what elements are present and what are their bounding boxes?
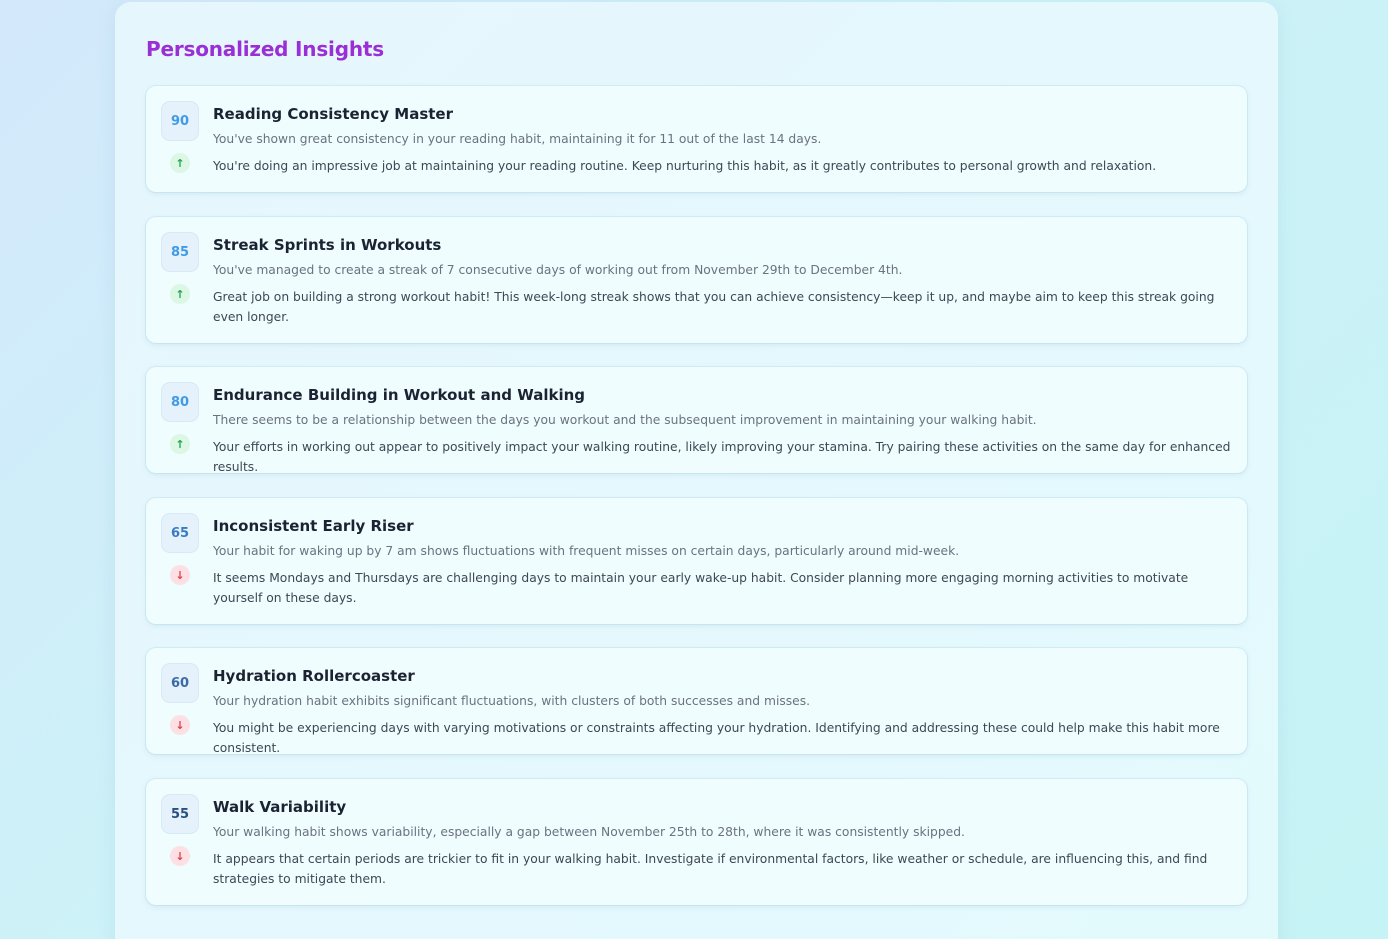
insight-observation: You've shown great consistency in your r… <box>213 132 822 146</box>
trend-up-icon: ↑ <box>170 153 190 173</box>
score-badge: 65 <box>162 514 198 552</box>
insight-recommendation: Your efforts in working out appear to po… <box>213 440 1231 474</box>
insight-card: 65 ↓ Inconsistent Early Riser Your habit… <box>146 498 1247 624</box>
trend-down-icon: ↓ <box>170 846 190 866</box>
score-badge: 80 <box>162 383 198 421</box>
panel-title: Personalized Insights <box>146 37 384 61</box>
trend-up-icon: ↑ <box>170 284 190 304</box>
insight-content: Reading Consistency Master You've shown … <box>213 100 1233 176</box>
insight-observation: Your habit for waking up by 7 am shows f… <box>213 544 960 558</box>
insight-content: Endurance Building in Workout and Walkin… <box>213 381 1233 477</box>
insight-title: Reading Consistency Master <box>213 105 453 123</box>
score-badge: 60 <box>162 664 198 702</box>
score-badge: 55 <box>162 795 198 833</box>
insight-title: Inconsistent Early Riser <box>213 517 414 535</box>
insight-recommendation: Great job on building a strong workout h… <box>213 290 1215 324</box>
trend-up-icon: ↑ <box>170 434 190 454</box>
insight-observation: There seems to be a relationship between… <box>213 413 1037 427</box>
insight-observation: Your hydration habit exhibits significan… <box>213 694 811 708</box>
insight-recommendation: It appears that certain periods are tric… <box>213 852 1208 886</box>
insight-card: 55 ↓ Walk Variability Your walking habit… <box>146 779 1247 905</box>
insight-recommendation: You're doing an impressive job at mainta… <box>213 159 1157 173</box>
insight-content: Streak Sprints in Workouts You've manage… <box>213 231 1233 327</box>
trend-down-icon: ↓ <box>170 565 190 585</box>
insight-recommendation: You might be experiencing days with vary… <box>213 721 1220 755</box>
insight-card: 60 ↓ Hydration Rollercoaster Your hydrat… <box>146 648 1247 755</box>
insight-recommendation: It seems Mondays and Thursdays are chall… <box>213 571 1189 605</box>
insight-title: Endurance Building in Workout and Walkin… <box>213 386 586 404</box>
insight-content: Walk Variability Your walking habit show… <box>213 793 1233 889</box>
insight-card: 85 ↑ Streak Sprints in Workouts You've m… <box>146 217 1247 343</box>
insight-title: Streak Sprints in Workouts <box>213 236 442 254</box>
insight-card: 80 ↑ Endurance Building in Workout and W… <box>146 367 1247 474</box>
insight-card: 90 ↑ Reading Consistency Master You've s… <box>146 86 1247 192</box>
score-badge: 90 <box>162 102 198 140</box>
insight-title: Hydration Rollercoaster <box>213 667 415 685</box>
score-badge: 85 <box>162 233 198 271</box>
trend-down-icon: ↓ <box>170 715 190 735</box>
insight-content: Hydration Rollercoaster Your hydration h… <box>213 662 1233 758</box>
insight-observation: You've managed to create a streak of 7 c… <box>213 263 903 277</box>
insight-observation: Your walking habit shows variability, es… <box>213 825 965 839</box>
insight-content: Inconsistent Early Riser Your habit for … <box>213 512 1233 608</box>
insight-title: Walk Variability <box>213 798 347 816</box>
insights-panel: Personalized Insights 90 ↑ Reading Consi… <box>115 2 1278 939</box>
